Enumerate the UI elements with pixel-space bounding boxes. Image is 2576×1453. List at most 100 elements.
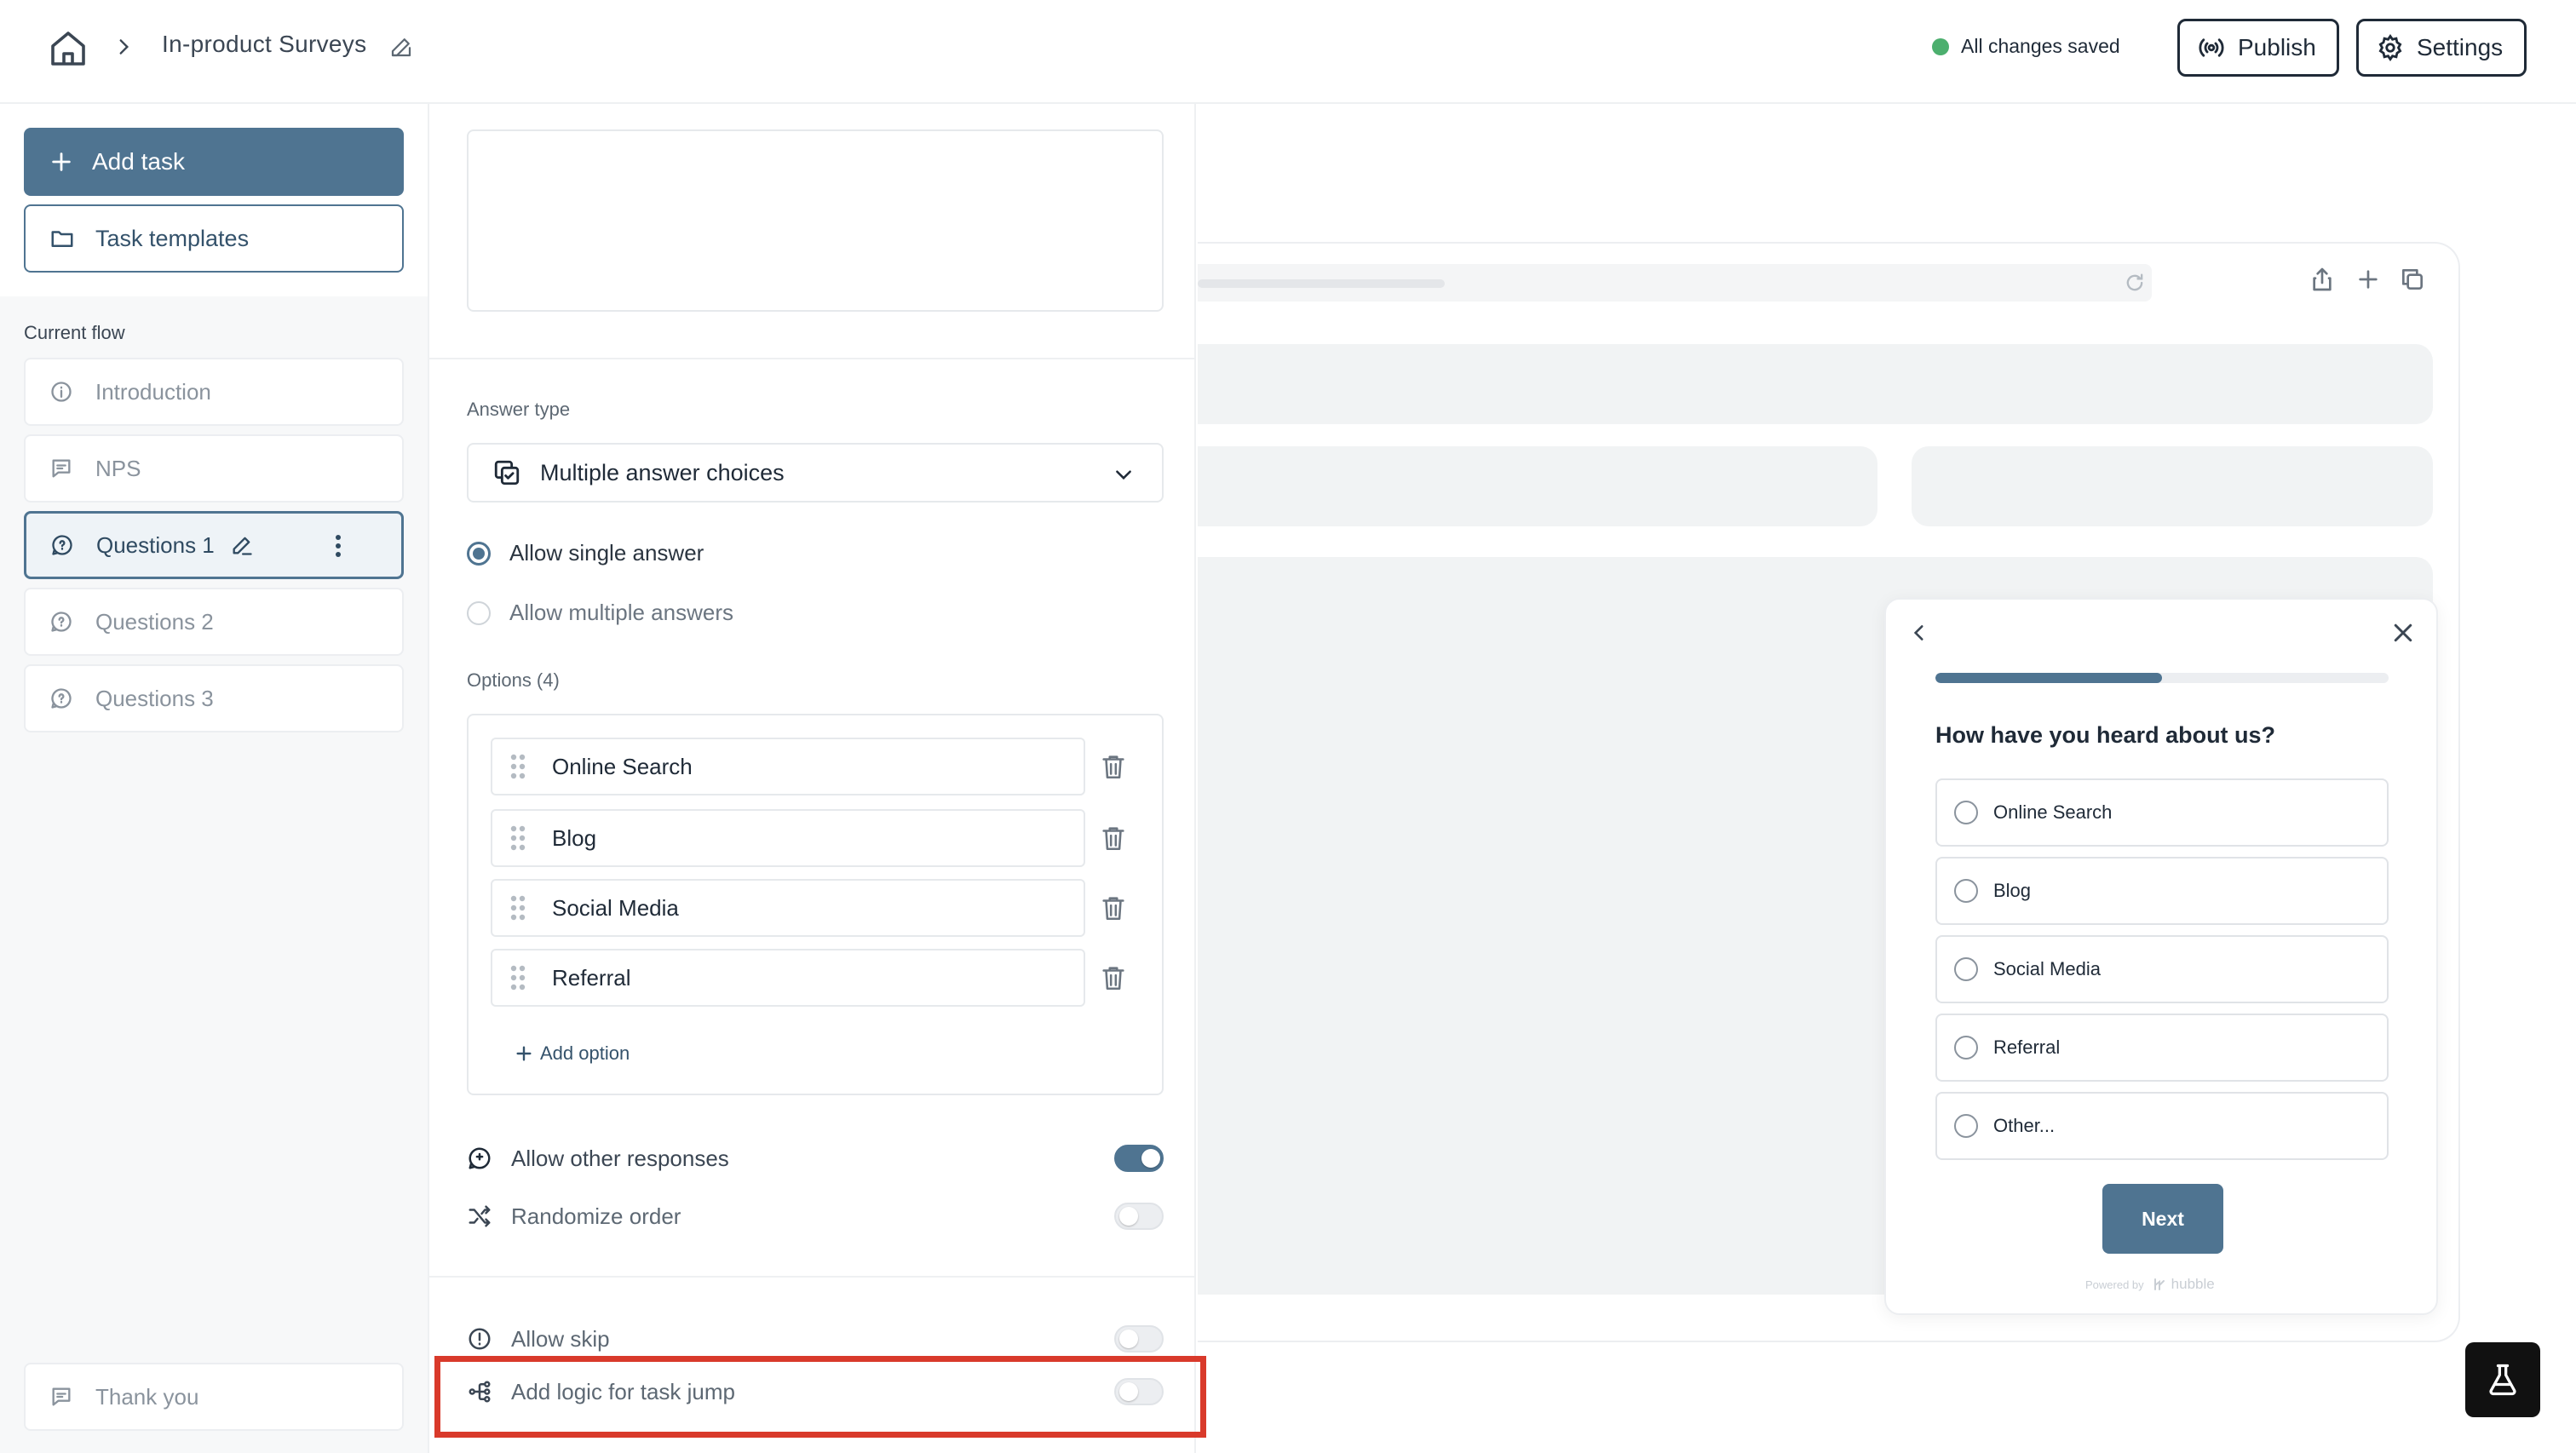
- brand-name: hubble: [2171, 1276, 2215, 1292]
- chevron-down-icon: [1116, 470, 1131, 480]
- next-button[interactable]: Next: [2102, 1184, 2223, 1254]
- multiple-answers-label: Allow multiple answers: [509, 600, 733, 625]
- sidebar-item-label: Questions 1: [96, 531, 215, 558]
- current-flow-label: Current flow: [24, 322, 125, 343]
- option-input[interactable]: Blog: [491, 809, 1085, 867]
- survey-option-radio[interactable]: [1954, 957, 1978, 981]
- allow-skip-label: Allow skip: [511, 1325, 610, 1352]
- allow-skip-toggle[interactable]: [1114, 1325, 1164, 1352]
- chevron-left-icon[interactable]: [1908, 620, 1930, 646]
- close-icon[interactable]: [2390, 620, 2416, 646]
- description-textarea[interactable]: [467, 129, 1164, 312]
- edit-icon[interactable]: [388, 34, 414, 60]
- url-bar: [1198, 264, 2152, 302]
- share-icon: [2313, 267, 2332, 291]
- trash-icon[interactable]: [1099, 893, 1128, 923]
- gear-icon: [2378, 34, 2402, 61]
- top-header: In-product Surveys All changes saved Pub…: [0, 0, 2576, 104]
- drag-handle-icon[interactable]: [509, 964, 526, 991]
- sidebar-item-questions-3[interactable]: Questions 3: [24, 664, 404, 732]
- survey-option-radio[interactable]: [1954, 801, 1978, 824]
- survey-option[interactable]: Other...: [1935, 1092, 2389, 1160]
- drag-handle-icon[interactable]: [509, 824, 526, 852]
- option-text: Online Search: [552, 753, 693, 779]
- survey-option-radio[interactable]: [1954, 1036, 1978, 1060]
- task-editor-panel: Answer type Multiple answer choices Allo…: [429, 104, 1196, 1453]
- survey-option[interactable]: Social Media: [1935, 935, 2389, 1003]
- test-lab-button[interactable]: [2465, 1342, 2540, 1417]
- drag-handle-icon[interactable]: [509, 894, 526, 922]
- sidebar-item-label: Thank you: [95, 1383, 199, 1410]
- trash-icon[interactable]: [1099, 823, 1128, 853]
- drag-handle-icon[interactable]: [509, 753, 526, 780]
- publish-button[interactable]: Publish: [2177, 19, 2339, 77]
- answer-type-select[interactable]: Multiple answer choices: [467, 443, 1164, 503]
- home-icon[interactable]: [48, 28, 89, 69]
- option-input[interactable]: Social Media: [491, 879, 1085, 937]
- survey-option-label: Social Media: [1993, 958, 2101, 979]
- survey-option-radio[interactable]: [1954, 1114, 1978, 1138]
- plus-icon: [516, 1046, 532, 1061]
- option-input[interactable]: Referral: [491, 949, 1085, 1007]
- sidebar-item-thank-you[interactable]: Thank you: [24, 1363, 404, 1431]
- url-placeholder: [1198, 279, 1445, 288]
- sidebar-item-introduction[interactable]: Introduction: [24, 358, 404, 426]
- powered-by-text: Powered by: [2085, 1278, 2144, 1291]
- option-input[interactable]: Online Search: [491, 738, 1085, 795]
- multiple-answers-option[interactable]: Allow multiple answers: [467, 600, 733, 626]
- randomize-order-row: Randomize order: [467, 1199, 1164, 1233]
- info-icon: [51, 382, 72, 402]
- powered-by: Powered by hubble: [2085, 1276, 2215, 1293]
- placeholder-block: [1198, 344, 2433, 424]
- sidebar-item-label: Questions 3: [95, 685, 214, 711]
- next-label: Next: [2142, 1207, 2184, 1230]
- single-answer-radio[interactable]: [467, 541, 491, 566]
- sidebar-item-nps[interactable]: NPS: [24, 434, 404, 503]
- sidebar-item-questions-1[interactable]: Questions 1: [24, 511, 404, 579]
- survey-option-label: Blog: [1993, 880, 2032, 901]
- survey-option-label: Online Search: [1993, 801, 2113, 823]
- broadcast-icon: [2199, 38, 2224, 57]
- single-answer-option[interactable]: Allow single answer: [467, 540, 704, 566]
- left-sidebar: Add task Task templates Current flow Int…: [0, 104, 429, 1453]
- question-icon: [51, 688, 72, 709]
- option-text: Blog: [552, 824, 597, 851]
- settings-button[interactable]: Settings: [2356, 19, 2527, 77]
- save-status: All changes saved: [1961, 35, 2120, 57]
- message-icon: [52, 459, 71, 478]
- randomize-order-label: Randomize order: [511, 1203, 681, 1229]
- survey-option-radio[interactable]: [1954, 879, 1978, 903]
- divider: [429, 1276, 1196, 1278]
- survey-option[interactable]: Referral: [1935, 1014, 2389, 1082]
- publish-label: Publish: [2238, 34, 2316, 60]
- copy-tabs-icon: [2402, 269, 2423, 290]
- chevron-right-icon: [119, 39, 129, 55]
- save-status-dot: [1932, 38, 1949, 55]
- survey-option[interactable]: Online Search: [1935, 778, 2389, 847]
- multiple-answers-radio[interactable]: [467, 600, 491, 625]
- randomize-order-toggle[interactable]: [1114, 1203, 1164, 1230]
- sidebar-item-questions-2[interactable]: Questions 2: [24, 588, 404, 656]
- trash-icon[interactable]: [1099, 751, 1128, 782]
- more-options-icon[interactable]: [335, 534, 342, 558]
- multiple-choice-icon: [494, 460, 520, 485]
- trash-icon[interactable]: [1099, 962, 1128, 993]
- edit-pencil-icon[interactable]: [230, 533, 254, 557]
- plus-icon: [52, 152, 71, 171]
- add-option-button[interactable]: Add option: [515, 1042, 630, 1065]
- folder-icon: [51, 231, 73, 247]
- reload-icon: [2126, 273, 2143, 291]
- hubble-logo-icon: [2153, 1278, 2165, 1290]
- add-task-button[interactable]: Add task: [24, 128, 404, 196]
- survey-widget: How have you heard about us? Online Sear…: [1884, 598, 2438, 1315]
- allow-other-responses-label: Allow other responses: [511, 1145, 729, 1171]
- answer-type-value: Multiple answer choices: [540, 459, 785, 485]
- task-templates-label: Task templates: [95, 225, 250, 251]
- plus-icon: [2359, 270, 2378, 289]
- allow-skip-row: Allow skip: [467, 1322, 1164, 1356]
- flask-icon: [2489, 1364, 2516, 1396]
- single-answer-label: Allow single answer: [509, 540, 704, 566]
- task-templates-button[interactable]: Task templates: [24, 204, 404, 273]
- survey-option[interactable]: Blog: [1935, 857, 2389, 925]
- allow-other-responses-toggle[interactable]: [1114, 1145, 1164, 1172]
